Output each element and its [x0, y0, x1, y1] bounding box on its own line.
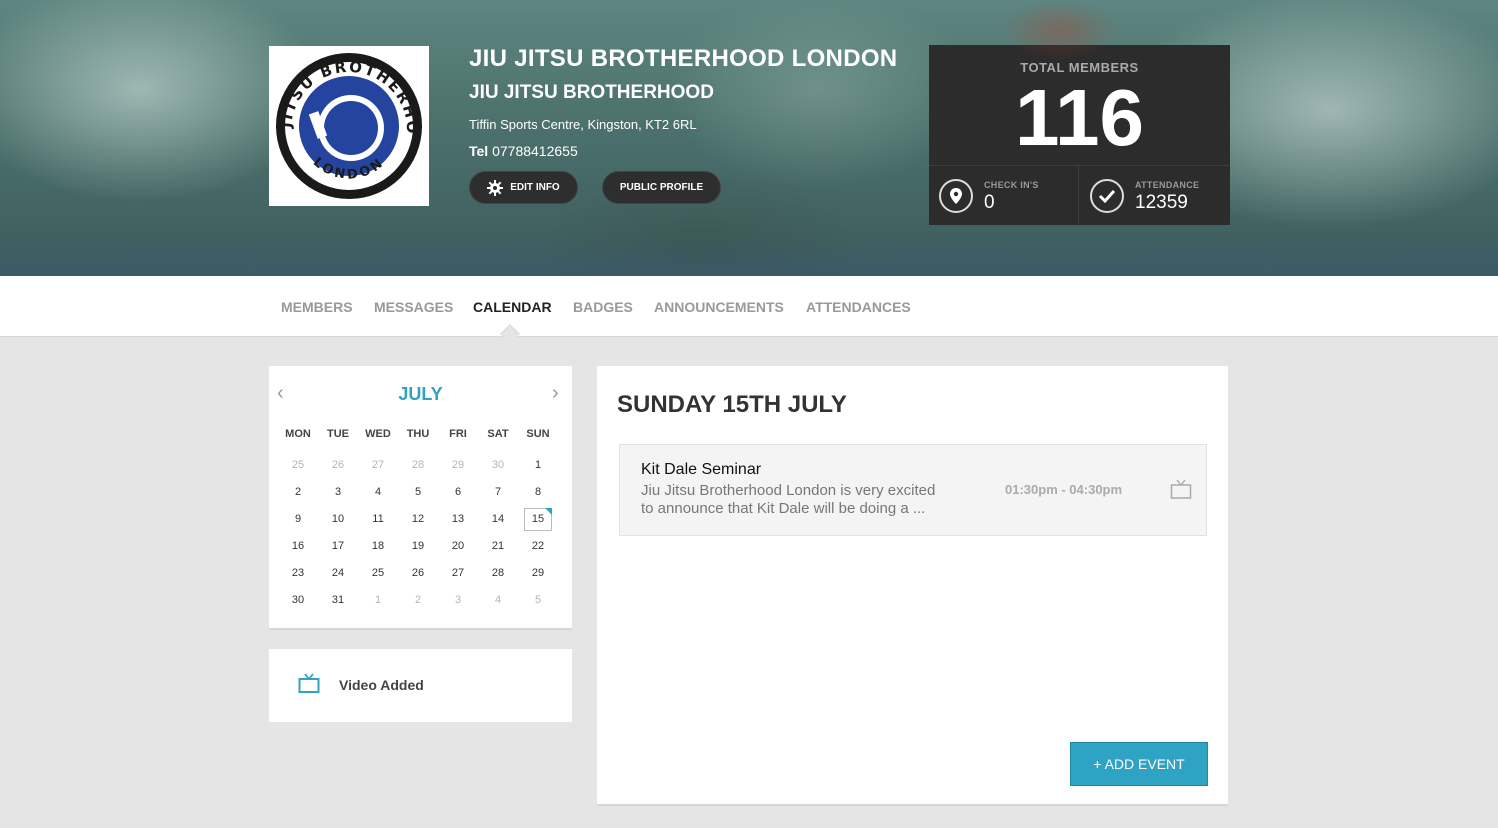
weekday-header: THU — [406, 428, 430, 440]
calendar-day[interactable]: 18 — [358, 533, 398, 560]
calendar-grid: MON TUE WED THU FRI SAT SUN 25 26 27 28 29 30 1 2 3 4 5 6 7… — [278, 428, 558, 614]
calendar-day[interactable]: 30 — [278, 587, 318, 614]
weekday-header: SUN — [526, 428, 550, 440]
check-ins-value: 0 — [984, 192, 995, 213]
weekday-header: MON — [285, 428, 311, 440]
calendar-day[interactable]: 11 — [358, 506, 398, 533]
attendance-label: ATTENDANCE — [1135, 180, 1200, 190]
weekday-header: TUE — [327, 428, 349, 440]
calendar-day[interactable]: 23 — [278, 560, 318, 587]
calendar-month: JULY — [398, 384, 443, 404]
calendar-day[interactable]: 21 — [478, 533, 518, 560]
calendar-day[interactable]: 4 — [358, 479, 398, 506]
edit-info-button[interactable]: EDIT INFO — [469, 171, 578, 204]
tv-icon — [298, 673, 320, 693]
total-members-count: 116 — [1014, 73, 1145, 162]
club-logo-emblem: JIU JITSU BROTHERHOOD LONDON — [275, 50, 422, 199]
event-title: Kit Dale Seminar — [641, 461, 762, 478]
calendar-legend: Video Added — [269, 649, 572, 722]
calendar-day[interactable]: 6 — [438, 479, 478, 506]
next-month-button[interactable]: › — [552, 382, 559, 405]
calendar-day[interactable]: 8 — [518, 479, 558, 506]
weekday-header: SAT — [487, 428, 509, 440]
calendar-day[interactable]: 1 — [518, 452, 558, 479]
stats-panel: TOTAL MEMBERS 116 CHECK IN'S 0 ATTENDANC… — [929, 45, 1230, 226]
tab-members[interactable]: MEMBERS — [281, 299, 353, 315]
section-tabs: MEMBERS MESSAGES CALENDAR BADGES ANNOUNC… — [0, 276, 1498, 344]
calendar-day[interactable]: 26 — [398, 560, 438, 587]
attendance-stat: ATTENDANCE 12359 — [1080, 166, 1230, 226]
calendar-day[interactable]: 20 — [438, 533, 478, 560]
check-ins-stat: CHECK IN'S 0 — [929, 166, 1079, 226]
tel-label: Tel — [469, 143, 489, 159]
calendar-day[interactable]: 1 — [358, 587, 398, 614]
gear-icon — [487, 179, 504, 196]
stats-row: CHECK IN'S 0 ATTENDANCE 12359 — [929, 165, 1230, 226]
tab-badges[interactable]: BADGES — [573, 299, 633, 315]
calendar-day[interactable]: 5 — [518, 587, 558, 614]
calendar-day[interactable]: 22 — [518, 533, 558, 560]
calendar-day[interactable]: 24 — [318, 560, 358, 587]
club-address: Tiffin Sports Centre, Kingston, KT2 6RL — [469, 117, 697, 132]
calendar-day[interactable]: 25 — [358, 560, 398, 587]
checkmark-icon — [1090, 179, 1124, 213]
tab-announcements[interactable]: ANNOUNCEMENTS — [654, 299, 784, 315]
calendar-day[interactable]: 30 — [478, 452, 518, 479]
calendar-day[interactable]: 17 — [318, 533, 358, 560]
tel-number: 07788412655 — [492, 143, 578, 159]
calendar-day[interactable]: 28 — [478, 560, 518, 587]
calendar-day[interactable]: 7 — [478, 479, 518, 506]
calendar-day[interactable]: 29 — [438, 452, 478, 479]
club-telephone: Tel 07788412655 — [469, 143, 578, 159]
tab-attendances[interactable]: ATTENDANCES — [806, 299, 911, 315]
calendar-day[interactable]: 5 — [398, 479, 438, 506]
calendar-day[interactable]: 15 — [524, 508, 552, 531]
day-events-panel: SUNDAY 15TH JULY Kit Dale Seminar Jiu Ji… — [597, 366, 1228, 806]
location-pin-icon — [939, 179, 973, 213]
calendar-day[interactable]: 27 — [358, 452, 398, 479]
event-card[interactable]: Kit Dale Seminar Jiu Jitsu Brotherhood L… — [619, 444, 1207, 536]
calendar-day[interactable]: 2 — [278, 479, 318, 506]
calendar-day[interactable]: 3 — [438, 587, 478, 614]
public-profile-label: PUBLIC PROFILE — [619, 182, 704, 193]
weekday-header: WED — [365, 428, 391, 440]
profile-hero: JIU JITSU BROTHERHOOD LONDON JIU JITSU B… — [0, 0, 1498, 276]
event-time: 01:30pm - 04:30pm — [1005, 482, 1123, 497]
club-subtitle: JIU JITSU BROTHERHOOD — [469, 82, 714, 103]
public-profile-button[interactable]: PUBLIC PROFILE — [602, 171, 721, 204]
calendar-day[interactable]: 9 — [278, 506, 318, 533]
calendar-day[interactable]: 31 — [318, 587, 358, 614]
calendar-day[interactable]: 25 — [278, 452, 318, 479]
calendar-day[interactable]: 3 — [318, 479, 358, 506]
calendar-day[interactable]: 27 — [438, 560, 478, 587]
tab-calendar[interactable]: CALENDAR — [473, 299, 552, 315]
calendar-day[interactable]: 26 — [318, 452, 358, 479]
calendar-day[interactable]: 28 — [398, 452, 438, 479]
attendance-value: 12359 — [1135, 192, 1188, 213]
calendar-day[interactable]: 29 — [518, 560, 558, 587]
calendar-day[interactable]: 19 — [398, 533, 438, 560]
add-event-button[interactable]: + ADD EVENT — [1070, 742, 1208, 786]
club-name: JIU JITSU BROTHERHOOD LONDON — [469, 45, 898, 72]
calendar-day[interactable]: 10 — [318, 506, 358, 533]
tv-icon — [1170, 479, 1192, 499]
calendar-day[interactable]: 13 — [438, 506, 478, 533]
calendar-day[interactable]: 4 — [478, 587, 518, 614]
selected-date-title: SUNDAY 15TH JULY — [617, 391, 847, 418]
club-logo: JIU JITSU BROTHERHOOD LONDON — [269, 46, 429, 206]
calendar-day[interactable]: 16 — [278, 533, 318, 560]
weekday-header: FRI — [449, 428, 467, 440]
calendar-day[interactable]: 14 — [478, 506, 518, 533]
legend-label: Video Added — [339, 677, 424, 693]
month-calendar: ‹ JULY › MON TUE WED THU FRI SAT SUN 25 26 27 28 29… — [269, 366, 572, 630]
active-tab-indicator — [500, 324, 520, 344]
calendar-day[interactable]: 12 — [398, 506, 438, 533]
tab-messages[interactable]: MESSAGES — [374, 299, 453, 315]
edit-info-label: EDIT INFO — [510, 182, 560, 193]
check-ins-label: CHECK IN'S — [984, 180, 1039, 190]
event-description: Jiu Jitsu Brotherhood London is very exc… — [641, 482, 936, 517]
calendar-day[interactable]: 2 — [398, 587, 438, 614]
